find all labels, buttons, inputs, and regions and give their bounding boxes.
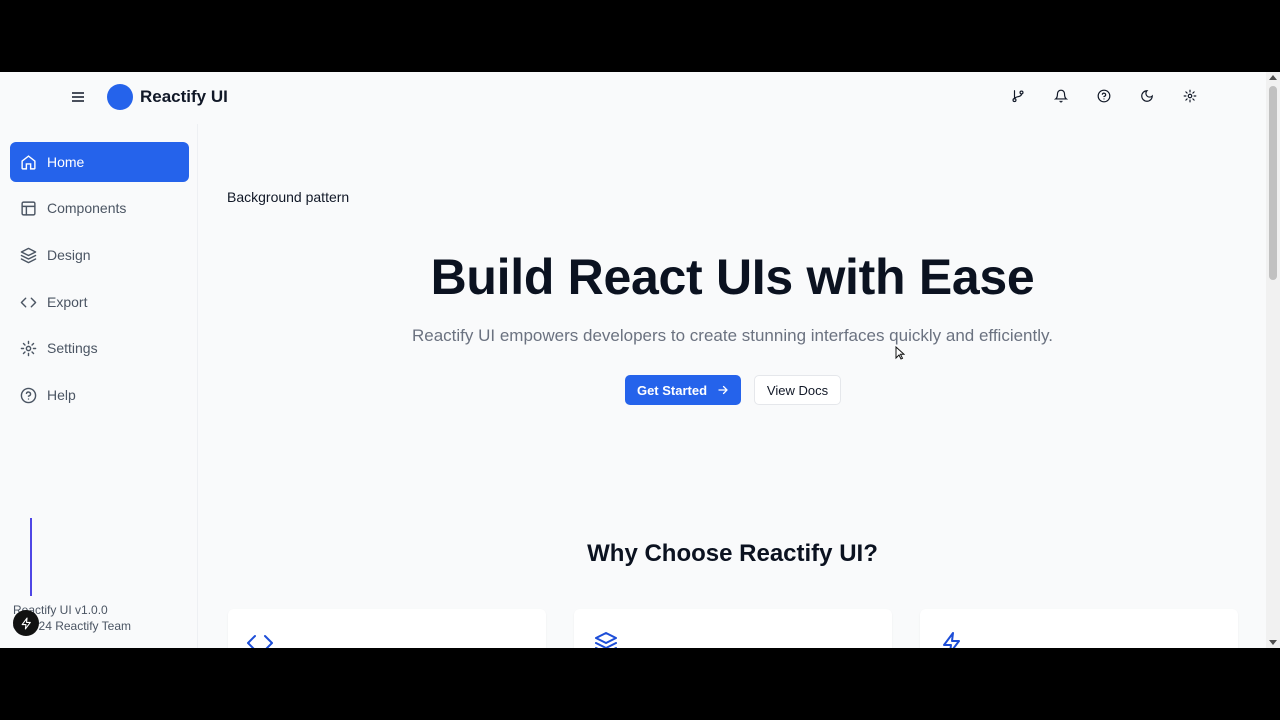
broken-image-icon xyxy=(213,190,225,204)
mouse-cursor-icon xyxy=(895,346,905,360)
home-icon xyxy=(21,154,36,170)
help-circle-icon xyxy=(20,387,37,403)
sidebar-item-label: Settings xyxy=(47,340,98,356)
layers-icon xyxy=(595,632,617,648)
sidebar-item-label: Design xyxy=(47,247,91,263)
gear-icon xyxy=(20,340,37,356)
top-icons xyxy=(1008,85,1200,107)
moon-icon[interactable] xyxy=(1137,85,1157,107)
code-icon xyxy=(247,635,273,648)
top-bar: Reactify UI xyxy=(0,72,1266,122)
sidebar-item-export[interactable]: Export xyxy=(10,282,189,322)
features-title: Why Choose Reactify UI? xyxy=(587,540,878,567)
code-icon xyxy=(20,297,37,307)
scroll-down-arrow[interactable] xyxy=(1269,640,1277,645)
get-started-button[interactable]: Get Started xyxy=(625,375,741,405)
logo[interactable] xyxy=(107,84,133,110)
sidebar-item-label: Home xyxy=(47,154,85,170)
scrollbar[interactable] xyxy=(1266,72,1280,648)
sidebar-item-label: Export xyxy=(47,294,88,310)
scroll-up-arrow[interactable] xyxy=(1269,75,1277,80)
sidebar: Home Components Design Export Settings H… xyxy=(0,124,198,648)
arrow-right-icon xyxy=(718,385,728,395)
sidebar-item-label: Components xyxy=(47,200,127,216)
sidebar-item-design[interactable]: Design xyxy=(10,235,189,275)
view-docs-button[interactable]: View Docs xyxy=(754,375,841,405)
brand-name[interactable]: Reactify UI xyxy=(140,87,228,107)
hero-subtitle: Reactify UI empowers developers to creat… xyxy=(412,326,1053,345)
image-alt-text: Background pattern xyxy=(227,189,350,205)
view-docs-label: View Docs xyxy=(766,382,829,398)
help-circle-icon[interactable] xyxy=(1094,85,1114,107)
sidebar-item-label: Help xyxy=(47,387,76,403)
app-viewport: Reactify UI Home Components Design Expor… xyxy=(0,72,1280,648)
bolt-icon[interactable] xyxy=(13,610,39,636)
layers-icon xyxy=(20,247,37,263)
sidebar-item-components[interactable]: Components xyxy=(10,188,189,228)
scroll-thumb[interactable] xyxy=(1269,86,1277,280)
layout-icon xyxy=(21,200,36,216)
get-started-label: Get Started xyxy=(636,382,708,398)
feature-card xyxy=(574,609,892,648)
feature-card xyxy=(228,609,546,648)
sidebar-item-settings[interactable]: Settings xyxy=(10,328,189,368)
hero-title: Build React UIs with Ease xyxy=(430,249,1035,305)
sidebar-item-home[interactable]: Home xyxy=(10,142,189,182)
background-pattern-image: Background pattern xyxy=(213,189,349,205)
bell-icon[interactable] xyxy=(1051,85,1071,107)
zap-icon xyxy=(943,632,960,648)
git-branch-icon[interactable] xyxy=(1008,85,1028,107)
main-content: Background pattern Build React UIs with … xyxy=(199,124,1266,648)
sidebar-divider xyxy=(30,518,32,596)
settings-icon[interactable] xyxy=(1180,85,1200,107)
menu-icon[interactable] xyxy=(66,86,90,108)
feature-card xyxy=(920,609,1238,648)
sidebar-item-help[interactable]: Help xyxy=(10,375,189,415)
